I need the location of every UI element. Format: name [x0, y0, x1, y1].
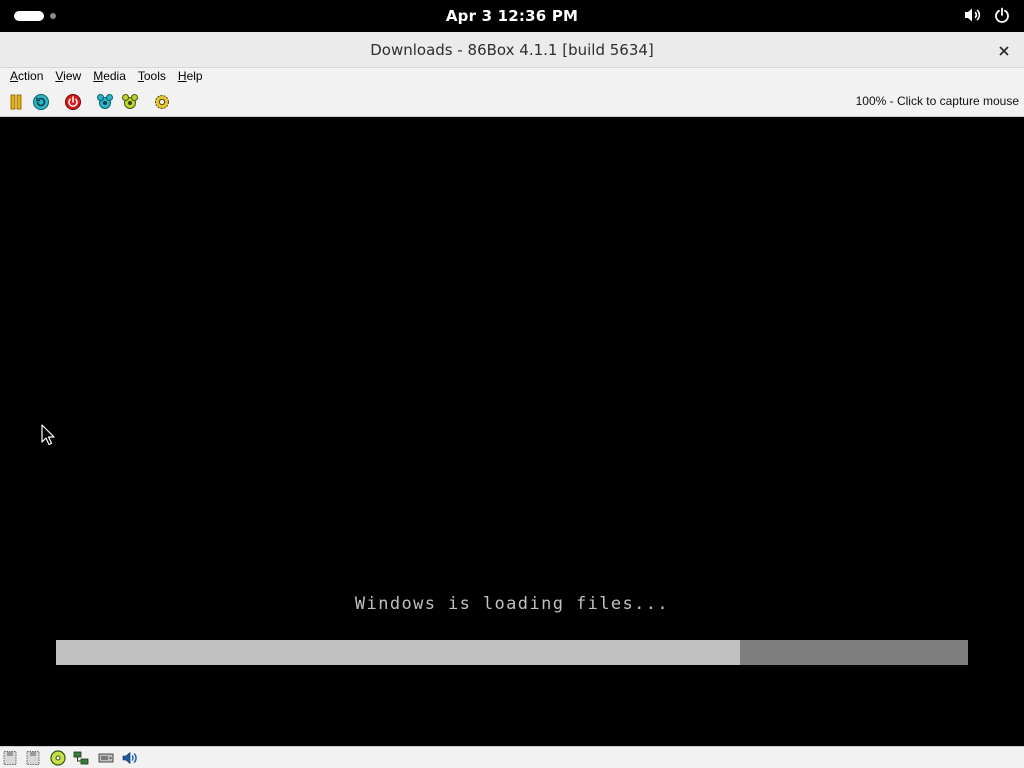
system-tray[interactable] [964, 7, 1010, 23]
ctrl-alt-del-icon [96, 93, 114, 111]
settings-button[interactable] [153, 93, 171, 111]
close-window-button[interactable] [994, 40, 1014, 60]
menu-media[interactable]: Media [87, 68, 132, 86]
mouse-pointer-icon [41, 424, 55, 450]
floppy-drive-b[interactable] [25, 750, 41, 766]
system-top-bar: Apr 3 12:36 PM [0, 0, 1024, 32]
menu-action[interactable]: Action [4, 68, 49, 86]
sound-icon [122, 750, 138, 766]
hard-reset-button[interactable] [32, 93, 50, 111]
capture-mouse-status[interactable]: 100% - Click to capture mouse [856, 94, 1019, 108]
status-bar [0, 746, 1024, 768]
hard-disk-icon [98, 750, 114, 766]
menu-view[interactable]: View [49, 68, 87, 86]
ctrl-alt-del-button[interactable] [96, 93, 114, 111]
settings-icon [153, 93, 171, 111]
emulator-display[interactable]: Windows is loading files... [0, 118, 1024, 746]
window-title: Downloads - 86Box 4.1.1 [build 5634] [370, 41, 654, 59]
sound-status[interactable] [122, 750, 138, 766]
hard-disk-status[interactable] [98, 750, 114, 766]
ctrl-alt-esc-icon [121, 93, 139, 111]
pause-button[interactable] [7, 93, 25, 111]
cdrom-drive[interactable] [50, 750, 66, 766]
power-off-button[interactable] [64, 93, 82, 111]
network-icon [73, 750, 89, 766]
menu-help[interactable]: Help [172, 68, 209, 86]
window-title-bar[interactable]: Downloads - 86Box 4.1.1 [build 5634] [0, 32, 1024, 68]
loading-progress-fill [56, 640, 740, 665]
power-menu-icon[interactable] [994, 7, 1010, 23]
floppy-drive-a[interactable] [2, 750, 18, 766]
menu-bar: Action View Media Tools Help [0, 68, 1024, 86]
power-icon [64, 93, 82, 111]
loading-progress-bar [56, 640, 968, 665]
toolbar: 100% - Click to capture mouse [0, 86, 1024, 117]
volume-icon[interactable] [964, 7, 982, 23]
network-status[interactable] [73, 750, 89, 766]
reset-icon [32, 93, 50, 111]
clock[interactable]: Apr 3 12:36 PM [0, 7, 1024, 25]
floppy-a-icon [2, 750, 18, 766]
loading-message: Windows is loading files... [354, 594, 670, 614]
pause-icon [7, 93, 25, 111]
cdrom-icon [50, 750, 66, 766]
close-icon [999, 41, 1009, 60]
floppy-b-icon [25, 750, 41, 766]
menu-tools[interactable]: Tools [132, 68, 172, 86]
ctrl-alt-esc-button[interactable] [121, 93, 139, 111]
